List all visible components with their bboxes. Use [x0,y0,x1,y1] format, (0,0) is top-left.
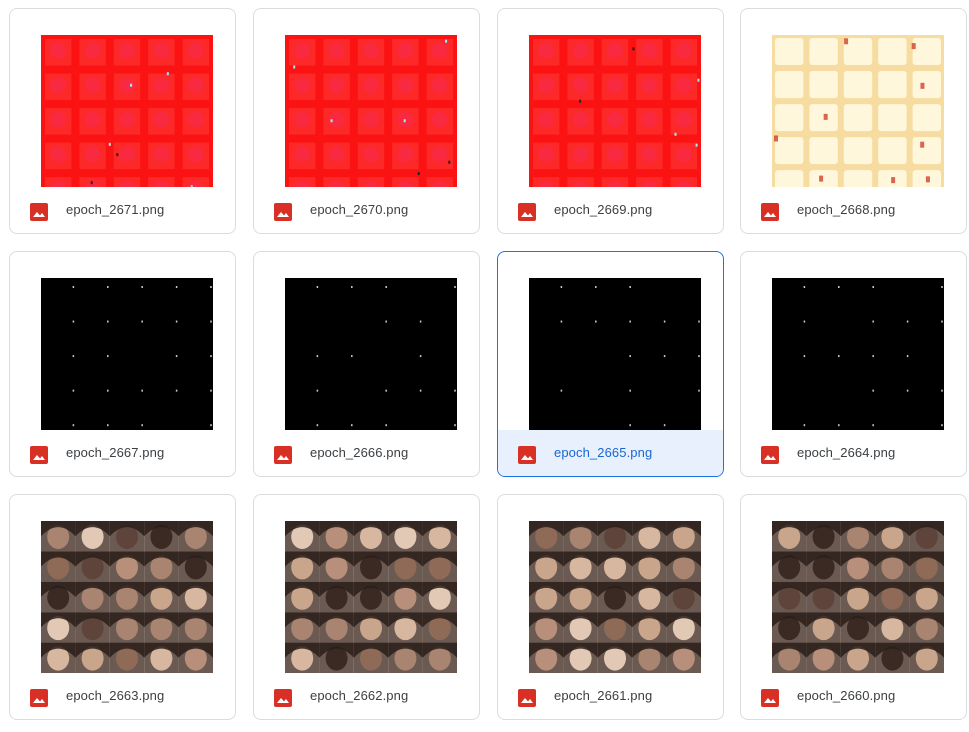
thumbnail-area [254,252,479,430]
file-card[interactable]: epoch_2660.png [740,494,967,720]
thumbnail-area [254,495,479,673]
thumbnail-image [529,278,701,430]
file-name: epoch_2667.png [66,445,165,460]
image-file-icon [518,203,536,221]
thumbnail-image [285,521,457,673]
thumbnail-area [498,9,723,187]
file-card[interactable]: epoch_2667.png [9,251,236,477]
file-card[interactable]: epoch_2670.png [253,8,480,234]
image-file-icon [518,689,536,707]
image-file-icon [518,446,536,464]
image-file-icon [274,203,292,221]
thumbnail-image [772,35,944,187]
thumbnail-area [498,252,723,430]
file-footer: epoch_2667.png [10,430,235,476]
file-name: epoch_2666.png [310,445,409,460]
file-name: epoch_2663.png [66,688,165,703]
file-name: epoch_2661.png [554,688,653,703]
file-footer: epoch_2669.png [498,187,723,233]
image-file-icon [274,446,292,464]
thumbnail-image [41,278,213,430]
file-footer: epoch_2664.png [741,430,966,476]
file-name: epoch_2660.png [797,688,896,703]
file-card[interactable]: epoch_2671.png [9,8,236,234]
file-footer: epoch_2666.png [254,430,479,476]
file-footer: epoch_2668.png [741,187,966,233]
file-name: epoch_2668.png [797,202,896,217]
file-grid: epoch_2671.png epoch_2670.png epoch_2669.p… [0,0,969,732]
file-name: epoch_2669.png [554,202,653,217]
file-card[interactable]: epoch_2661.png [497,494,724,720]
file-card[interactable]: epoch_2669.png [497,8,724,234]
file-footer: epoch_2660.png [741,673,966,719]
file-card[interactable]: epoch_2666.png [253,251,480,477]
image-file-icon [761,446,779,464]
file-name: epoch_2671.png [66,202,165,217]
thumbnail-image [529,35,701,187]
image-file-icon [761,203,779,221]
thumbnail-image [41,35,213,187]
thumbnail-area [741,495,966,673]
thumbnail-image [772,521,944,673]
thumbnail-image [41,521,213,673]
file-card[interactable]: epoch_2663.png [9,494,236,720]
file-name: epoch_2670.png [310,202,409,217]
file-footer: epoch_2663.png [10,673,235,719]
image-file-icon [274,689,292,707]
thumbnail-area [254,9,479,187]
file-name: epoch_2665.png [554,445,653,460]
file-name: epoch_2664.png [797,445,896,460]
image-file-icon [30,203,48,221]
image-file-icon [761,689,779,707]
file-footer: epoch_2671.png [10,187,235,233]
file-footer: epoch_2670.png [254,187,479,233]
file-card[interactable]: epoch_2668.png [740,8,967,234]
thumbnail-image [529,521,701,673]
image-file-icon [30,446,48,464]
file-card[interactable]: epoch_2665.png [497,251,724,477]
image-file-icon [30,689,48,707]
file-footer: epoch_2661.png [498,673,723,719]
file-card[interactable]: epoch_2662.png [253,494,480,720]
thumbnail-area [741,252,966,430]
thumbnail-image [285,35,457,187]
file-name: epoch_2662.png [310,688,409,703]
file-footer: epoch_2665.png [498,430,723,476]
thumbnail-area [10,9,235,187]
file-card[interactable]: epoch_2664.png [740,251,967,477]
thumbnail-image [285,278,457,430]
thumbnail-area [741,9,966,187]
thumbnail-area [10,495,235,673]
thumbnail-area [10,252,235,430]
thumbnail-image [772,278,944,430]
thumbnail-area [498,495,723,673]
file-footer: epoch_2662.png [254,673,479,719]
